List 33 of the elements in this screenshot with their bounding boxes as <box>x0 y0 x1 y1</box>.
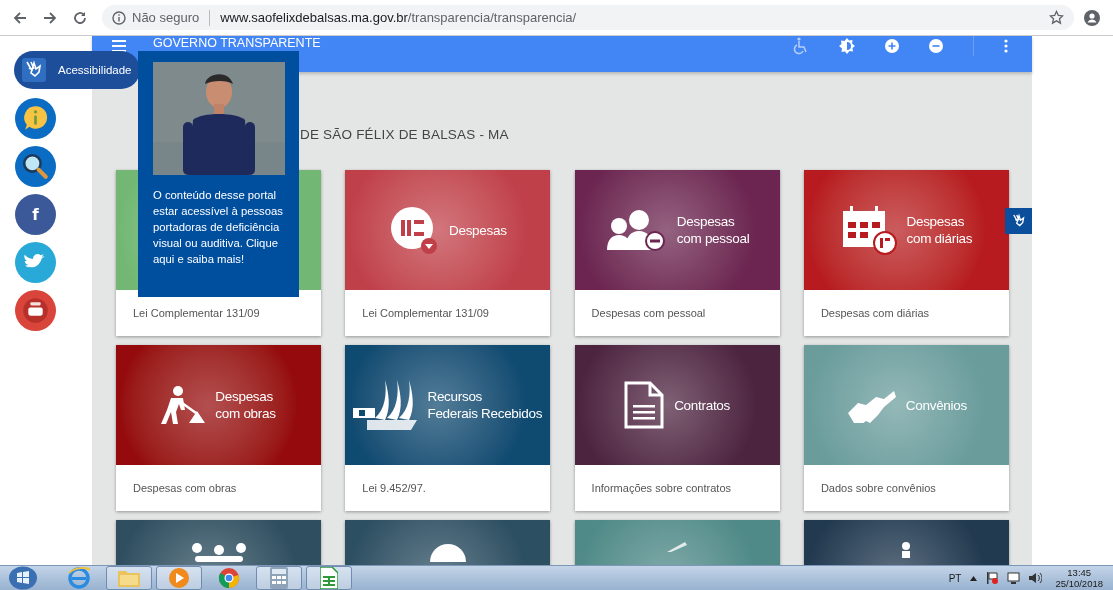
card-title: Despesas com obras <box>215 388 276 422</box>
card-caption: Despesas com pessoal <box>591 307 706 319</box>
card-title: Despesas com diárias <box>906 213 973 247</box>
card-caption: Despesas com diárias <box>820 307 930 319</box>
page-title: DE SÃO FÉLIX DE BALSAS - MA <box>300 127 510 142</box>
card-title: Contratos <box>674 396 730 414</box>
card-banner[interactable]: Despesas <box>345 170 551 290</box>
accessibility-button[interactable]: Acessibilidade <box>14 51 140 89</box>
card-caption: Dados sobre convênios <box>820 482 936 494</box>
card-caption: Informações sobre contratos <box>591 482 731 494</box>
card-banner[interactable]: Despesas com diárias <box>803 170 1009 290</box>
card-title: Recursos Federais Recebidos <box>427 388 543 422</box>
card-banner[interactable]: Recursos Federais Recebidos <box>345 345 551 465</box>
address-bar[interactable]: Não seguro www.saofelixdebalsas.ma.gov.br/transparencia/transparencia/ <box>102 5 1074 30</box>
card-caption: Lei Complementar 131/09 <box>362 307 489 319</box>
language-indicator[interactable]: PT <box>948 572 962 584</box>
url-text: www.saofelixdebalsas.ma.gov.br/transparencia/transparencia/ <box>220 10 577 25</box>
card-title: Convênios <box>905 396 967 414</box>
card-caption: Lei 9.452/97. <box>362 482 426 494</box>
security-label: Não seguro <box>132 10 200 25</box>
card-caption: Lei Complementar 131/09 <box>133 307 260 319</box>
clock[interactable]: 13:45 25/10/2018 <box>1055 567 1103 589</box>
card-caption: Despesas com obras <box>133 482 237 494</box>
facebook-button[interactable]: f <box>15 194 56 235</box>
card-title: Despesas <box>448 221 507 239</box>
card-banner[interactable]: Despesas com pessoal <box>574 170 780 290</box>
card-banner[interactable]: Contratos <box>574 345 780 465</box>
accessibility-label: Acessibilidade <box>58 64 132 76</box>
popup-text: O conteúdo desse portal estar acessível à pessoas portadoras de deficiência visual ou auditiva. Clique aqui e saiba mais! <box>153 188 284 267</box>
card-title: Despesas com pessoal <box>676 213 750 247</box>
card-banner[interactable]: Despesas com obras <box>116 345 321 465</box>
sign-language-popup[interactable]: O conteúdo desse portal estar acessível à pessoas portadoras de deficiência visual ou auditiva. Clique aqui e saiba mais! <box>138 51 299 297</box>
site-title: GOVERNO TRANSPARENTE <box>153 36 321 50</box>
